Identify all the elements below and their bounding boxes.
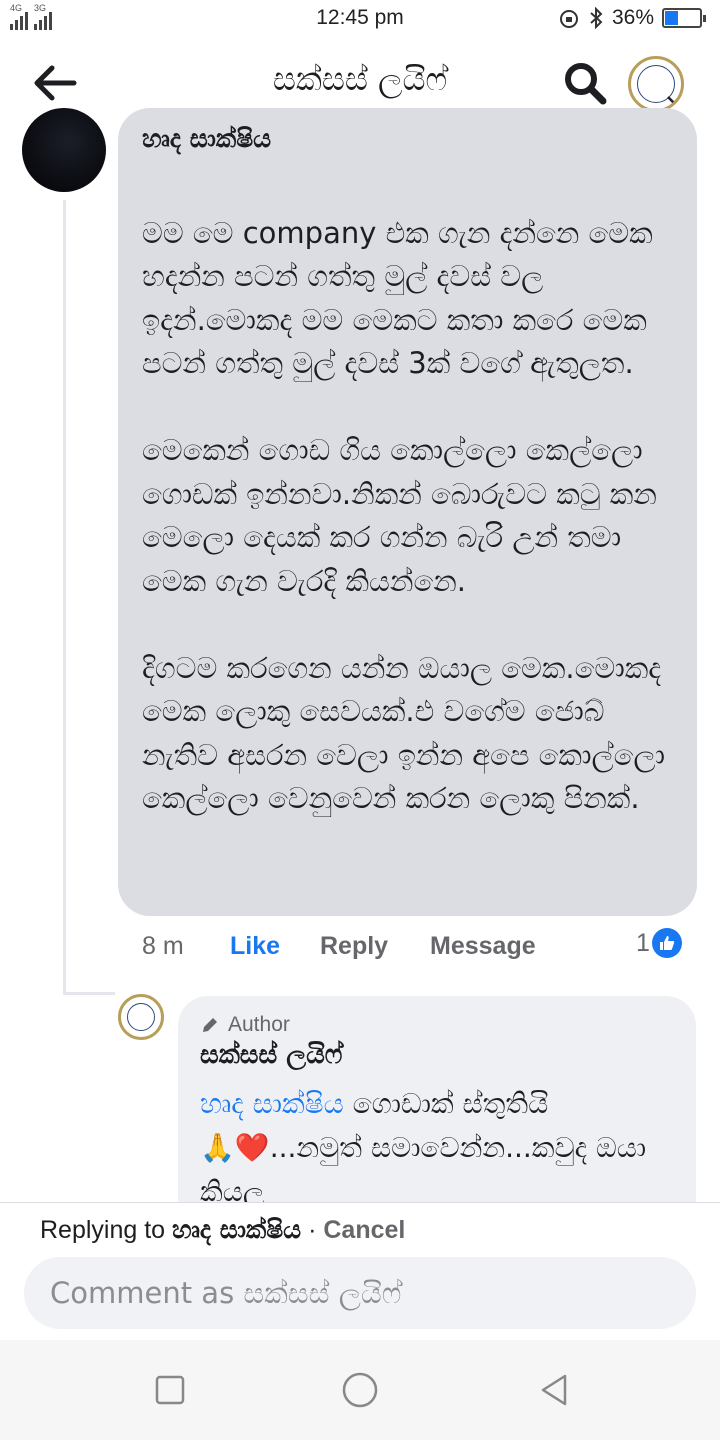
message-button[interactable]: Message	[430, 932, 536, 961]
replying-indicator: Replying to හෘද සාක්ෂිය · Cancel	[40, 1215, 405, 1245]
chevron-down-icon	[667, 96, 681, 105]
battery-icon	[662, 8, 706, 28]
cancel-reply-button[interactable]: Cancel	[323, 1216, 405, 1244]
pencil-icon	[203, 1018, 217, 1032]
search-icon	[565, 63, 607, 105]
status-icons: 36%	[558, 6, 706, 30]
comment-text: මම මෙ company එක ගැන දන්නෙ මෙක හදන්න පටන…	[142, 168, 687, 821]
separator: ·	[301, 1216, 324, 1244]
commenter-avatar[interactable]	[22, 108, 106, 192]
author-badge: Author	[200, 1013, 290, 1037]
square-icon	[155, 1375, 185, 1405]
comment-input[interactable]	[24, 1257, 696, 1329]
emoji-text: 🙏❤️	[200, 1131, 270, 1164]
commenter-name[interactable]: හෘද සාක්ෂිය	[142, 124, 271, 154]
alarm-icon	[559, 10, 578, 28]
reaction-count: 1	[636, 928, 650, 957]
page-title: සක්සස් ලයිෆ්	[272, 60, 448, 98]
battery-percent: 36%	[611, 6, 654, 29]
circle-icon	[342, 1372, 378, 1408]
replying-prefix: Replying to	[40, 1216, 173, 1244]
back-nav-button[interactable]	[535, 1370, 575, 1410]
thread-connector	[63, 200, 66, 995]
search-button[interactable]	[560, 58, 610, 108]
reply-text: හෘද සාක්ෂිය ගොඩාක් ස්තුතියි 🙏❤️...නමුත් …	[200, 1082, 680, 1214]
comment-paragraph: මම මෙ company එක ගැන දන්නෙ මෙක හදන්න පටන…	[142, 215, 653, 381]
comment-paragraph: මෙකෙන් ගොඩ ගිය කොල්ලො කෙල්ලො ගොඩක් ඉන්නව…	[142, 433, 657, 598]
reply-text-part: ගොඩාක් ස්තුතියි	[343, 1087, 549, 1120]
like-button[interactable]: Like	[230, 932, 280, 961]
page-avatar-button[interactable]	[628, 56, 684, 112]
reply-author-avatar[interactable]	[118, 994, 164, 1040]
reply-author-name[interactable]: සක්සස් ලයිෆ්	[200, 1040, 342, 1071]
home-button[interactable]	[340, 1370, 380, 1410]
recent-apps-button[interactable]	[150, 1370, 190, 1410]
mention-link[interactable]: හෘද සාක්ෂිය	[200, 1087, 344, 1120]
comment-timestamp: 8 m	[142, 932, 184, 960]
replying-to-name: හෘද සාක්ෂිය	[172, 1215, 302, 1244]
system-nav-bar	[0, 1340, 720, 1440]
author-badge-label: Author	[228, 1013, 290, 1036]
reply-button[interactable]: Reply	[320, 932, 388, 961]
comment-paragraph: දිගටම කරගෙන යන්න ඔයාල මෙක.මොකද මෙක ලොකු …	[142, 650, 666, 816]
reaction-summary[interactable]: 1	[636, 928, 682, 958]
thread-connector	[63, 992, 115, 995]
triangle-back-icon	[541, 1374, 567, 1406]
bluetooth-icon	[590, 7, 603, 29]
thumbs-up-icon	[651, 928, 682, 958]
status-bar: 4G 3G 12:45 pm 36%	[0, 0, 720, 40]
page-logo-icon	[127, 1003, 155, 1031]
